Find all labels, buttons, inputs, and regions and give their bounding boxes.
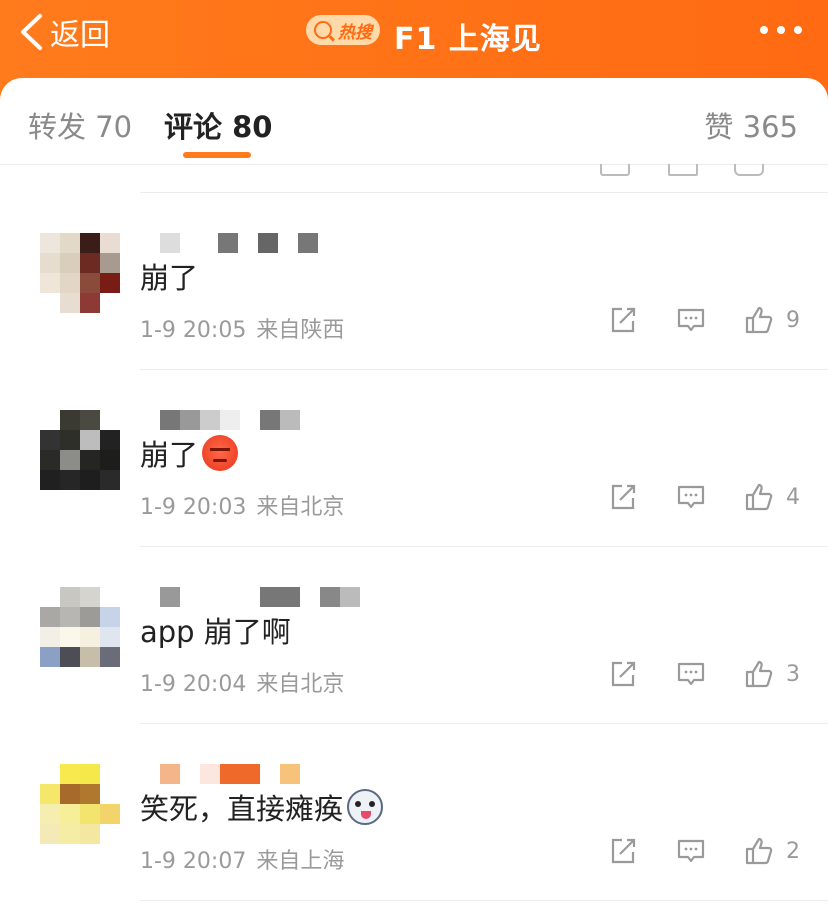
avatar[interactable]	[40, 764, 120, 844]
share-icon	[611, 838, 636, 864]
comment-item: 笑死，直接瘫痪 1-9 20:07 来自上海 2	[0, 724, 828, 900]
divider	[140, 900, 828, 901]
hot-search-badge[interactable]: 热搜	[306, 15, 380, 45]
username-blurred[interactable]	[160, 410, 300, 432]
reply-button[interactable]	[676, 482, 706, 512]
like-count: 2	[786, 838, 800, 864]
comment-actions: 4	[608, 482, 800, 512]
back-label: 返回	[50, 18, 110, 53]
like-count: 3	[786, 661, 800, 687]
comment-icon	[677, 839, 705, 863]
comment-time: 1-9 20:03	[140, 495, 247, 520]
like-button[interactable]: 2	[744, 836, 800, 866]
username-blurred[interactable]	[160, 764, 300, 786]
share-icon	[600, 164, 630, 176]
thumbs-up-icon	[745, 660, 773, 688]
comment-text: 笑死，直接瘫痪	[140, 786, 384, 828]
comment-icon	[677, 485, 705, 509]
share-icon	[611, 661, 636, 687]
husky-face-icon	[347, 789, 384, 825]
comment-icon	[677, 662, 705, 686]
comment-time: 1-9 20:04	[140, 672, 247, 697]
like-button[interactable]: 9	[744, 305, 800, 335]
comment-icon	[668, 164, 698, 176]
comment-time: 1-9 20:07	[140, 849, 247, 874]
comment-location: 来自上海	[256, 849, 345, 874]
comment-location: 来自北京	[256, 495, 345, 520]
page-title: F1 上海见	[394, 22, 542, 57]
reply-button[interactable]	[676, 305, 706, 335]
comment-location: 来自陕西	[256, 318, 345, 343]
username-blurred[interactable]	[160, 233, 318, 255]
comment-text: app 崩了啊	[140, 615, 291, 649]
like-icon	[734, 164, 764, 176]
comment-time: 1-9 20:05	[140, 318, 247, 343]
reply-button[interactable]	[676, 659, 706, 689]
thumbs-up-icon	[745, 306, 773, 334]
hot-search-label: 热搜	[338, 22, 372, 43]
share-button[interactable]	[608, 482, 638, 512]
search-icon	[314, 21, 332, 39]
comment-actions: 2	[608, 836, 800, 866]
tab-repost[interactable]: 转发 70	[28, 104, 132, 146]
comment-text: 崩了	[140, 432, 239, 474]
like-count: 9	[786, 307, 800, 333]
share-icon	[611, 307, 636, 333]
comment-actions: 3	[608, 659, 800, 689]
avatar[interactable]	[40, 233, 120, 313]
avatar[interactable]	[40, 410, 120, 490]
tab-likes[interactable]: 赞 365	[704, 104, 798, 146]
tab-bar: 转发 70 评论 80 赞 365	[0, 78, 828, 165]
comment-item: 崩了 1-9 20:03 来自北京 4	[0, 370, 828, 546]
like-button[interactable]: 3	[744, 659, 800, 689]
comment-meta: 1-9 20:05 来自陕西	[140, 312, 344, 344]
active-tab-indicator	[183, 152, 251, 158]
comment-icon	[677, 308, 705, 332]
comment-text: 崩了	[140, 261, 199, 295]
like-count: 4	[786, 484, 800, 510]
thumbs-up-icon	[745, 483, 773, 511]
like-button[interactable]: 4	[744, 482, 800, 512]
comment-meta: 1-9 20:04 来自北京	[140, 666, 344, 698]
back-button[interactable]: 返回	[18, 10, 110, 54]
share-icon	[611, 484, 636, 510]
thumbs-up-icon	[745, 837, 773, 865]
chevron-left-icon	[21, 14, 42, 50]
more-options-icon[interactable]	[760, 26, 802, 34]
comment-meta: 1-9 20:07 来自上海	[140, 843, 344, 875]
angry-face-icon	[202, 435, 239, 471]
share-button[interactable]	[608, 659, 638, 689]
avatar[interactable]	[40, 587, 120, 667]
comment-item: 崩了 1-9 20:05 来自陕西 9	[0, 193, 828, 369]
reply-button[interactable]	[676, 836, 706, 866]
comment-item: app 崩了啊 1-9 20:04 来自北京 3	[0, 547, 828, 723]
comment-actions: 9	[608, 305, 800, 335]
username-blurred[interactable]	[160, 587, 360, 609]
comment-location: 来自北京	[256, 672, 345, 697]
share-button[interactable]	[608, 305, 638, 335]
share-button[interactable]	[608, 836, 638, 866]
scrolled-comment-remnant	[0, 164, 828, 192]
comment-meta: 1-9 20:03 来自北京	[140, 489, 344, 521]
